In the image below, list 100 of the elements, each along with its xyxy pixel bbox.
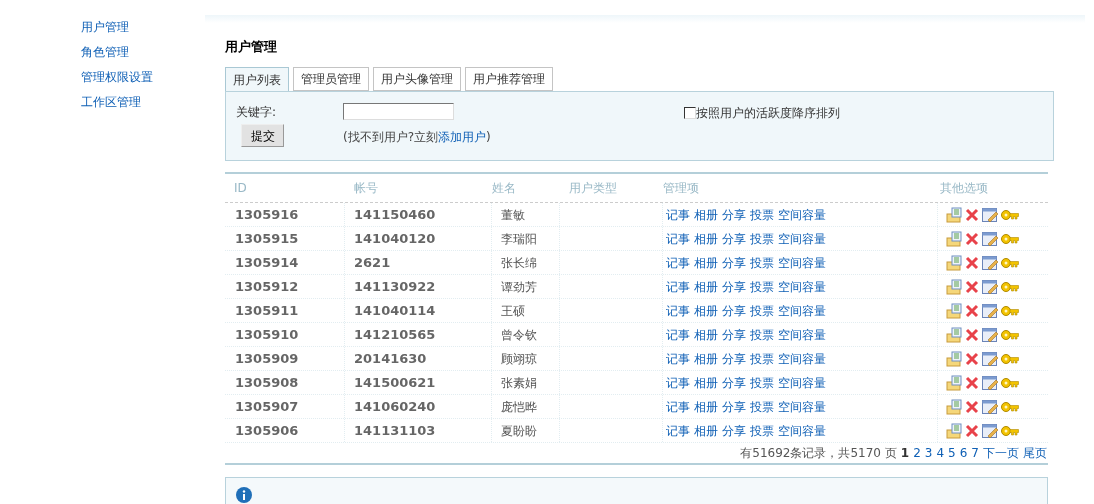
manage-link[interactable]: 空间容量 [778, 277, 826, 296]
manage-link[interactable]: 投票 [750, 397, 774, 416]
manage-link[interactable]: 记事 [666, 349, 690, 368]
manage-link[interactable]: 相册 [694, 277, 718, 296]
add-user-link[interactable]: 添加用户 [438, 130, 487, 144]
manage-link[interactable]: 分享 [722, 325, 746, 344]
last-page-link[interactable]: 尾页 [1023, 444, 1047, 462]
delete-icon[interactable] [965, 255, 979, 270]
folder-document-icon[interactable] [946, 302, 962, 319]
sidebar-link[interactable]: 工作区管理 [81, 93, 205, 111]
manage-link[interactable]: 分享 [722, 373, 746, 392]
delete-icon[interactable] [965, 375, 979, 390]
page-link[interactable]: 7 [971, 444, 979, 462]
manage-link[interactable]: 空间容量 [778, 373, 826, 392]
edit-icon[interactable] [982, 302, 998, 319]
delete-icon[interactable] [965, 399, 979, 414]
manage-link[interactable]: 投票 [750, 325, 774, 344]
manage-link[interactable]: 记事 [666, 421, 690, 440]
manage-link[interactable]: 空间容量 [778, 253, 826, 272]
tab[interactable]: 用户头像管理 [373, 67, 461, 91]
key-icon[interactable] [1001, 256, 1019, 269]
next-page-link[interactable]: 下一页 [983, 444, 1019, 462]
folder-document-icon[interactable] [946, 422, 962, 439]
key-icon[interactable] [1001, 328, 1019, 341]
submit-button[interactable]: 提交 [241, 124, 284, 147]
delete-icon[interactable] [965, 231, 979, 246]
manage-link[interactable]: 相册 [694, 301, 718, 320]
page-link[interactable]: 6 [959, 444, 968, 462]
manage-link[interactable]: 投票 [750, 277, 774, 296]
manage-link[interactable]: 分享 [722, 205, 746, 224]
manage-link[interactable]: 分享 [722, 349, 746, 368]
manage-link[interactable]: 空间容量 [778, 397, 826, 416]
manage-link[interactable]: 分享 [722, 421, 746, 440]
page-link[interactable]: 4 [936, 444, 945, 462]
delete-icon[interactable] [965, 279, 979, 294]
manage-link[interactable]: 相册 [694, 325, 718, 344]
key-icon[interactable] [1001, 424, 1019, 437]
manage-link[interactable]: 记事 [666, 397, 690, 416]
manage-link[interactable]: 记事 [666, 253, 690, 272]
edit-icon[interactable] [982, 254, 998, 271]
manage-link[interactable]: 空间容量 [778, 421, 826, 440]
page-link[interactable]: 3 [924, 444, 933, 462]
delete-icon[interactable] [965, 351, 979, 366]
key-icon[interactable] [1001, 376, 1019, 389]
manage-link[interactable]: 分享 [722, 229, 746, 248]
manage-link[interactable]: 记事 [666, 277, 690, 296]
manage-link[interactable]: 投票 [750, 421, 774, 440]
delete-icon[interactable] [965, 423, 979, 438]
manage-link[interactable]: 空间容量 [778, 349, 826, 368]
page-link[interactable]: 1 [900, 444, 910, 462]
manage-link[interactable]: 空间容量 [778, 301, 826, 320]
edit-icon[interactable] [982, 374, 998, 391]
key-icon[interactable] [1001, 400, 1019, 413]
edit-icon[interactable] [982, 422, 998, 439]
key-icon[interactable] [1001, 304, 1019, 317]
folder-document-icon[interactable] [946, 350, 962, 367]
delete-icon[interactable] [965, 327, 979, 342]
manage-link[interactable]: 分享 [722, 397, 746, 416]
edit-icon[interactable] [982, 278, 998, 295]
manage-link[interactable]: 记事 [666, 325, 690, 344]
manage-link[interactable]: 相册 [694, 421, 718, 440]
manage-link[interactable]: 投票 [750, 373, 774, 392]
page-link[interactable]: 2 [913, 444, 921, 462]
folder-document-icon[interactable] [946, 326, 962, 343]
key-icon[interactable] [1001, 232, 1019, 245]
manage-link[interactable]: 投票 [750, 301, 774, 320]
manage-link[interactable]: 记事 [666, 205, 690, 224]
manage-link[interactable]: 相册 [694, 397, 718, 416]
folder-document-icon[interactable] [946, 374, 962, 391]
key-icon[interactable] [1001, 208, 1019, 221]
key-icon[interactable] [1001, 352, 1019, 365]
folder-document-icon[interactable] [946, 206, 962, 223]
edit-icon[interactable] [982, 350, 998, 367]
tab[interactable]: 用户推荐管理 [465, 67, 553, 91]
sort-checkbox[interactable] [684, 107, 696, 119]
manage-link[interactable]: 记事 [666, 373, 690, 392]
folder-document-icon[interactable] [946, 230, 962, 247]
sidebar-link[interactable]: 角色管理 [81, 43, 205, 61]
manage-link[interactable]: 相册 [694, 229, 718, 248]
edit-icon[interactable] [982, 326, 998, 343]
keyword-field[interactable] [343, 103, 454, 120]
edit-icon[interactable] [982, 230, 998, 247]
manage-link[interactable]: 分享 [722, 253, 746, 272]
manage-link[interactable]: 空间容量 [778, 229, 826, 248]
delete-icon[interactable] [965, 303, 979, 318]
manage-link[interactable]: 相册 [694, 205, 718, 224]
manage-link[interactable]: 投票 [750, 205, 774, 224]
manage-link[interactable]: 记事 [666, 229, 690, 248]
manage-link[interactable]: 空间容量 [778, 325, 826, 344]
sidebar-link[interactable]: 用户管理 [81, 18, 205, 36]
manage-link[interactable]: 投票 [750, 349, 774, 368]
manage-link[interactable]: 分享 [722, 277, 746, 296]
manage-link[interactable]: 相册 [694, 253, 718, 272]
edit-icon[interactable] [982, 398, 998, 415]
manage-link[interactable]: 投票 [750, 253, 774, 272]
sidebar-link[interactable]: 管理权限设置 [81, 68, 205, 86]
manage-link[interactable]: 相册 [694, 349, 718, 368]
tab[interactable]: 管理员管理 [293, 67, 369, 91]
folder-document-icon[interactable] [946, 278, 962, 295]
delete-icon[interactable] [965, 207, 979, 222]
